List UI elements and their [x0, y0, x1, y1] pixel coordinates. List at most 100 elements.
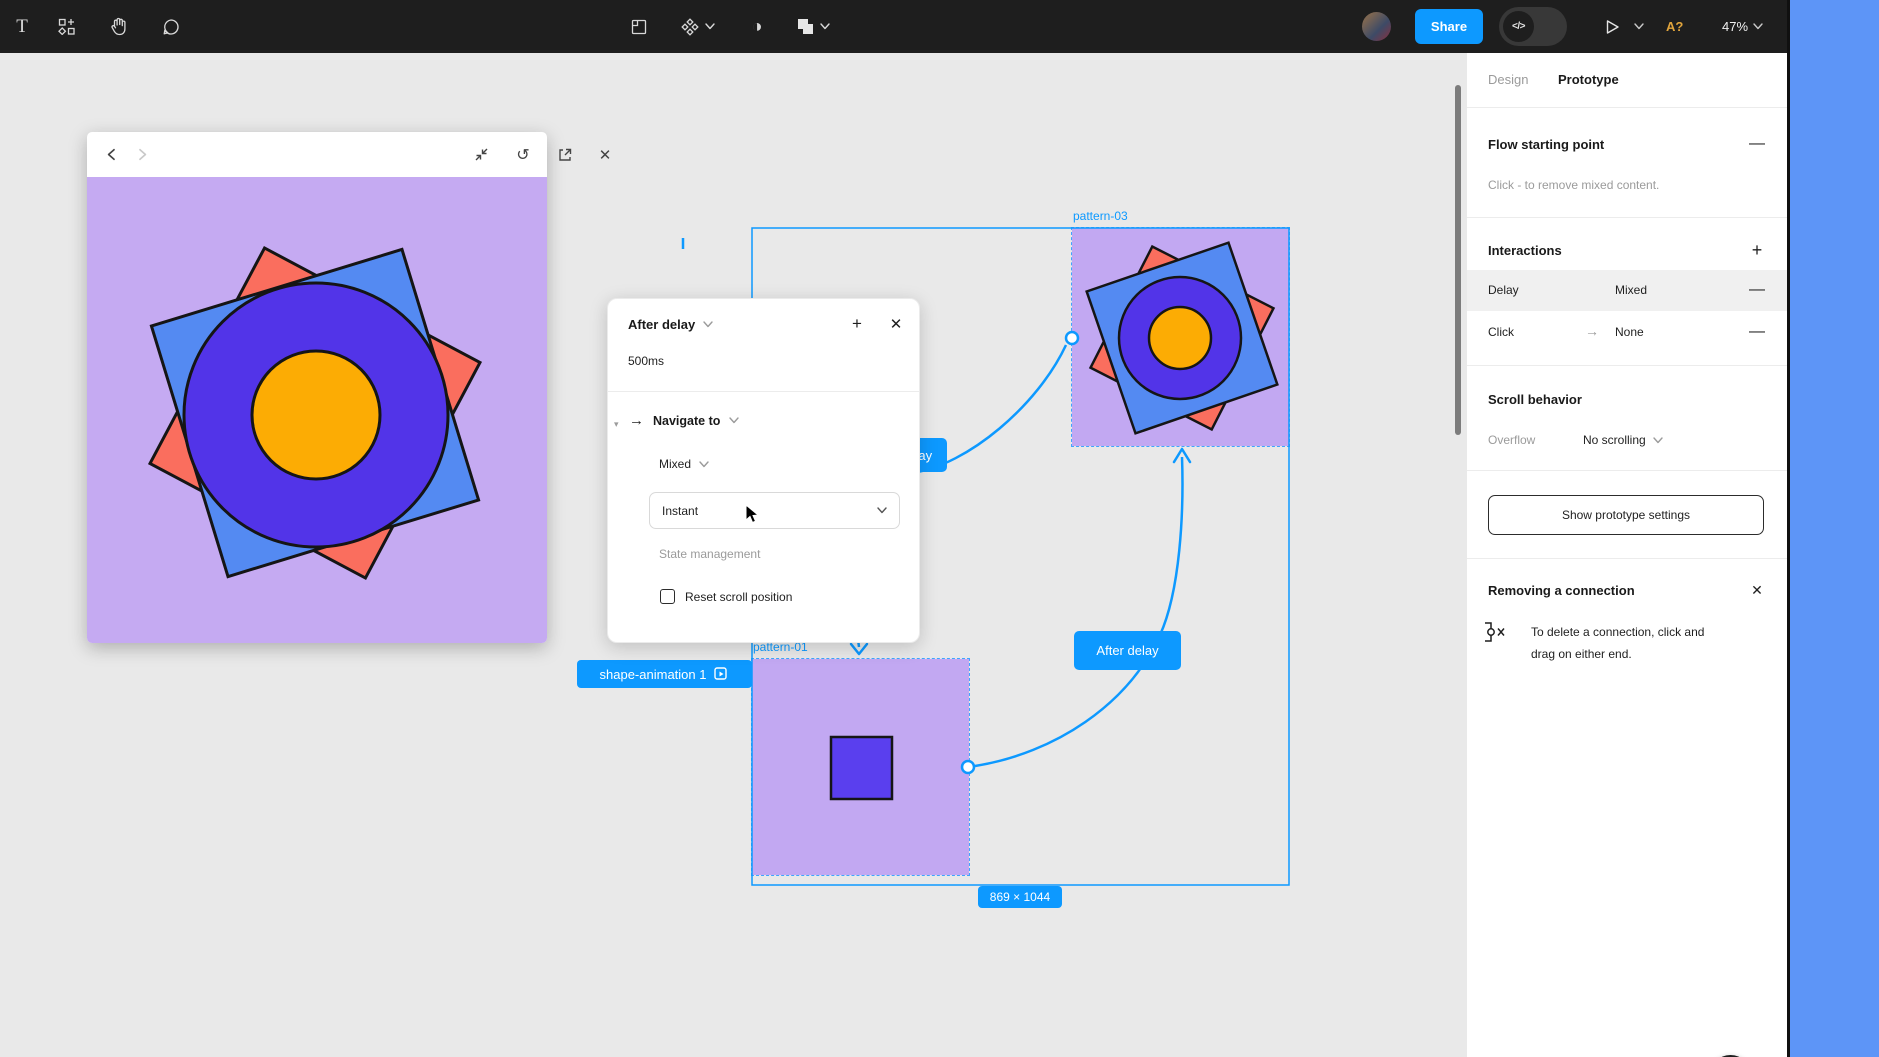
flow-starting-point-title: Flow starting point [1488, 137, 1604, 152]
share-button[interactable]: Share [1415, 9, 1483, 44]
interaction-popup: After delay + ✕ 500ms ▾ → Navigate to Mi… [607, 298, 920, 643]
animation-select[interactable]: Instant [649, 492, 900, 529]
frame-tool-icon[interactable] [624, 0, 654, 53]
insert-tool-icon[interactable] [50, 0, 82, 53]
overflow-chevron-icon [1653, 437, 1663, 444]
preview-canvas [87, 177, 547, 643]
preview-forward-button[interactable] [131, 132, 155, 177]
popup-add-interaction-button[interactable]: + [845, 312, 869, 336]
avatar[interactable] [1362, 12, 1391, 41]
interaction-row-click[interactable]: Click → None — [1467, 311, 1787, 355]
preview-window: ↺ ✕ [87, 132, 547, 643]
dimensions-badge: 869 × 1044 [978, 886, 1062, 908]
frame-pattern-01[interactable] [752, 659, 969, 875]
preview-open-external-icon[interactable] [553, 132, 577, 177]
tab-prototype[interactable]: Prototype [1558, 72, 1619, 87]
frame-pattern-03[interactable] [1072, 228, 1289, 446]
overflow-value: No scrolling [1583, 433, 1646, 447]
properties-panel: Design Prototype Flow starting point — C… [1467, 53, 1787, 1057]
popup-action-label[interactable]: Navigate to [653, 414, 720, 428]
pattern-01-artwork [752, 659, 969, 875]
state-management-label: State management [659, 547, 760, 561]
flow-remove-button[interactable]: — [1747, 134, 1767, 154]
dev-mode-toggle[interactable]: </> [1499, 7, 1567, 46]
interactions-title: Interactions [1488, 243, 1562, 258]
overflow-label: Overflow [1488, 433, 1535, 447]
interaction-value: Mixed [1615, 283, 1647, 297]
figma-app: pattern-03 pattern-01 Afte [0, 0, 1879, 1057]
panel-divider [1467, 217, 1787, 218]
delete-connection-icon [1483, 619, 1513, 648]
boolean-tool-icon[interactable] [790, 0, 836, 53]
arrowhead-down [851, 644, 867, 654]
panel-divider [1467, 470, 1787, 471]
canvas[interactable]: pattern-03 pattern-01 Afte [0, 53, 1467, 1057]
interaction-arrow-icon: → [1585, 323, 1599, 339]
action-arrow-icon: → [629, 412, 644, 429]
mask-tool-icon[interactable]: ◑ [742, 0, 772, 53]
zoom-level: 47% [1722, 19, 1748, 34]
popup-destination-chevron-icon[interactable] [699, 461, 709, 468]
popup-destination-value[interactable]: Mixed [659, 457, 691, 471]
show-prototype-settings-button[interactable]: Show prototype settings [1488, 495, 1764, 535]
panel-divider [1467, 558, 1787, 559]
popup-title[interactable]: After delay [628, 317, 695, 332]
frame-label-pattern-03[interactable]: pattern-03 [1073, 209, 1128, 223]
interaction-event: Delay [1488, 283, 1519, 297]
popup-title-chevron-icon[interactable] [703, 321, 713, 328]
canvas-scrollbar[interactable] [1455, 85, 1461, 435]
tip-close-icon[interactable]: ✕ [1747, 580, 1767, 600]
flow-play-icon [714, 667, 729, 682]
desktop-background-strip [1787, 0, 1879, 1057]
interactions-add-button[interactable]: + [1747, 240, 1767, 260]
pattern-03-artwork [1072, 228, 1289, 446]
present-chevron-icon[interactable] [1628, 0, 1650, 53]
mouse-cursor [744, 505, 760, 528]
present-play-icon[interactable] [1598, 0, 1626, 53]
tab-design[interactable]: Design [1488, 72, 1528, 87]
reset-scroll-checkbox[interactable] [660, 589, 675, 604]
popup-section-caret-icon[interactable]: ▾ [614, 419, 619, 430]
hand-tool-icon[interactable] [103, 0, 135, 53]
component-tool-icon[interactable] [676, 0, 720, 53]
removing-connection-title: Removing a connection [1488, 583, 1635, 598]
dev-mode-icon: </> [1503, 11, 1534, 42]
popup-close-icon[interactable]: ✕ [884, 312, 908, 336]
panel-divider [1467, 365, 1787, 366]
connection-after-delay-2 [975, 457, 1182, 766]
interaction-row-delay[interactable]: Delay Mixed — [1467, 270, 1787, 311]
after-delay-badge[interactable]: After delay [1074, 631, 1181, 670]
interaction-value: None [1615, 325, 1644, 339]
popup-divider [608, 391, 919, 392]
preview-restart-icon[interactable]: ↺ [511, 132, 535, 177]
zoom-control[interactable]: 47% [1722, 0, 1763, 53]
popup-delay-value[interactable]: 500ms [628, 354, 664, 368]
preview-back-button[interactable] [99, 132, 123, 177]
preview-window-header: ↺ ✕ [87, 132, 547, 177]
overflow-select[interactable]: No scrolling [1583, 433, 1663, 447]
component-chevron-icon[interactable] [705, 23, 715, 30]
flow-hint: Click - to remove mixed content. [1488, 178, 1659, 192]
after-delay-badge-label: After delay [1096, 643, 1158, 658]
tip-line2: drag on either end. [1531, 647, 1632, 661]
text-tool-icon[interactable]: T [6, 0, 38, 53]
preview-close-icon[interactable]: ✕ [593, 132, 617, 177]
preview-artwork [87, 177, 547, 643]
comment-tool-icon[interactable] [155, 0, 187, 53]
popup-action-chevron-icon[interactable] [729, 417, 739, 424]
panel-divider [1467, 107, 1787, 108]
animation-select-chevron-icon [877, 507, 887, 514]
reset-scroll-label[interactable]: Reset scroll position [685, 590, 792, 604]
toolbar: T [0, 0, 1787, 53]
animation-select-value: Instant [662, 504, 698, 518]
a-query-badge[interactable]: A? [1666, 0, 1683, 53]
interaction-event: Click [1488, 325, 1514, 339]
interaction-remove-button[interactable]: — [1747, 280, 1767, 300]
boolean-chevron-icon[interactable] [820, 23, 830, 30]
scroll-behavior-title: Scroll behavior [1488, 392, 1582, 407]
tip-line1: To delete a connection, click and [1531, 625, 1704, 639]
flow-start-badge-label: shape-animation 1 [600, 667, 707, 682]
flow-start-badge[interactable]: shape-animation 1 [577, 660, 752, 688]
preview-collapse-icon[interactable] [469, 132, 493, 177]
interaction-remove-button[interactable]: — [1747, 322, 1767, 342]
